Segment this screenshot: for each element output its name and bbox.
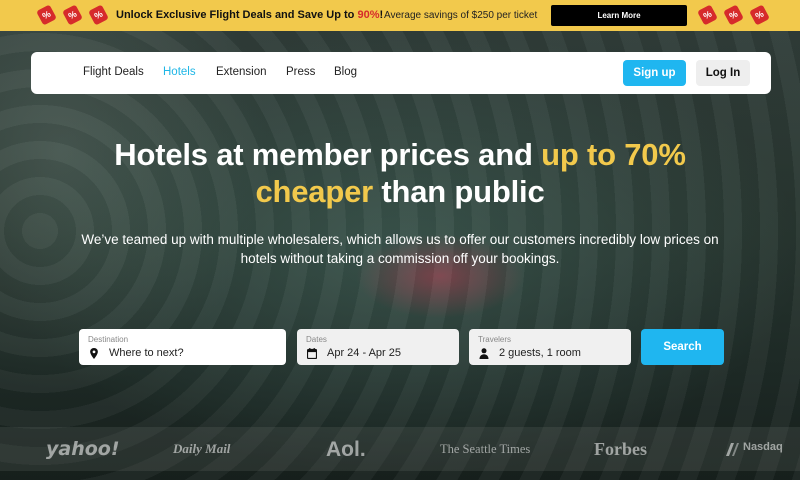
location-pin-icon bbox=[90, 348, 98, 359]
destination-input[interactable]: Where to next? bbox=[109, 347, 184, 359]
nasdaq-mark-icon bbox=[726, 443, 739, 456]
discount-tag-icon: % bbox=[697, 4, 718, 26]
promo-banner: % % % Unlock Exclusive Flight Deals and … bbox=[0, 0, 800, 31]
destination-label: Destination bbox=[88, 335, 129, 344]
person-icon bbox=[479, 348, 489, 359]
daily-mail-logo: Daily Mail bbox=[173, 441, 231, 456]
destination-field[interactable]: Destination Where to next? bbox=[79, 329, 286, 365]
dates-value: Apr 24 - Apr 25 bbox=[327, 347, 401, 359]
learn-more-button[interactable]: Learn More bbox=[551, 5, 687, 26]
hero-subtitle: We’ve teamed up with multiple wholesaler… bbox=[81, 232, 719, 266]
nav-bar: Flight Deals Hotels Extension Press Blog… bbox=[31, 52, 771, 94]
discount-tag-icon: % bbox=[62, 4, 83, 26]
yahoo-logo: yahoo! bbox=[46, 438, 120, 460]
nav-link-extension[interactable]: Extension bbox=[216, 66, 267, 78]
forbes-logo: Forbes bbox=[594, 439, 647, 459]
nav-link-flight-deals[interactable]: Flight Deals bbox=[83, 66, 144, 78]
nav-link-press[interactable]: Press bbox=[286, 66, 315, 78]
discount-tag-icon: % bbox=[723, 4, 744, 26]
travelers-field[interactable]: Travelers 2 guests, 1 room bbox=[469, 329, 631, 365]
nav-link-hotels[interactable]: Hotels bbox=[163, 66, 196, 78]
promo-subtext: Average savings of $250 per ticket bbox=[384, 10, 538, 21]
travelers-value: 2 guests, 1 room bbox=[499, 347, 581, 359]
nav-link-blog[interactable]: Blog bbox=[334, 66, 357, 78]
search-button[interactable]: Search bbox=[641, 329, 724, 365]
dates-label: Dates bbox=[306, 335, 327, 344]
seattle-times-logo: The Seattle Times bbox=[440, 442, 531, 456]
calendar-icon bbox=[307, 348, 317, 359]
travelers-label: Travelers bbox=[478, 335, 512, 344]
log-in-button[interactable]: Log In bbox=[696, 60, 750, 86]
nasdaq-logo: Nasdaq bbox=[743, 441, 783, 453]
aol-logo: Aol. bbox=[326, 438, 366, 461]
discount-tag-icon: % bbox=[36, 4, 57, 26]
dates-field[interactable]: Dates Apr 24 - Apr 25 bbox=[297, 329, 459, 365]
hero-title: Hotels at member prices and up to 70% ch… bbox=[114, 137, 686, 209]
discount-tag-icon: % bbox=[88, 4, 109, 26]
discount-tag-icon: % bbox=[749, 4, 770, 26]
sign-up-button[interactable]: Sign up bbox=[623, 60, 686, 86]
press-logos-strip bbox=[0, 427, 800, 471]
promo-headline: Unlock Exclusive Flight Deals and Save U… bbox=[116, 9, 384, 21]
